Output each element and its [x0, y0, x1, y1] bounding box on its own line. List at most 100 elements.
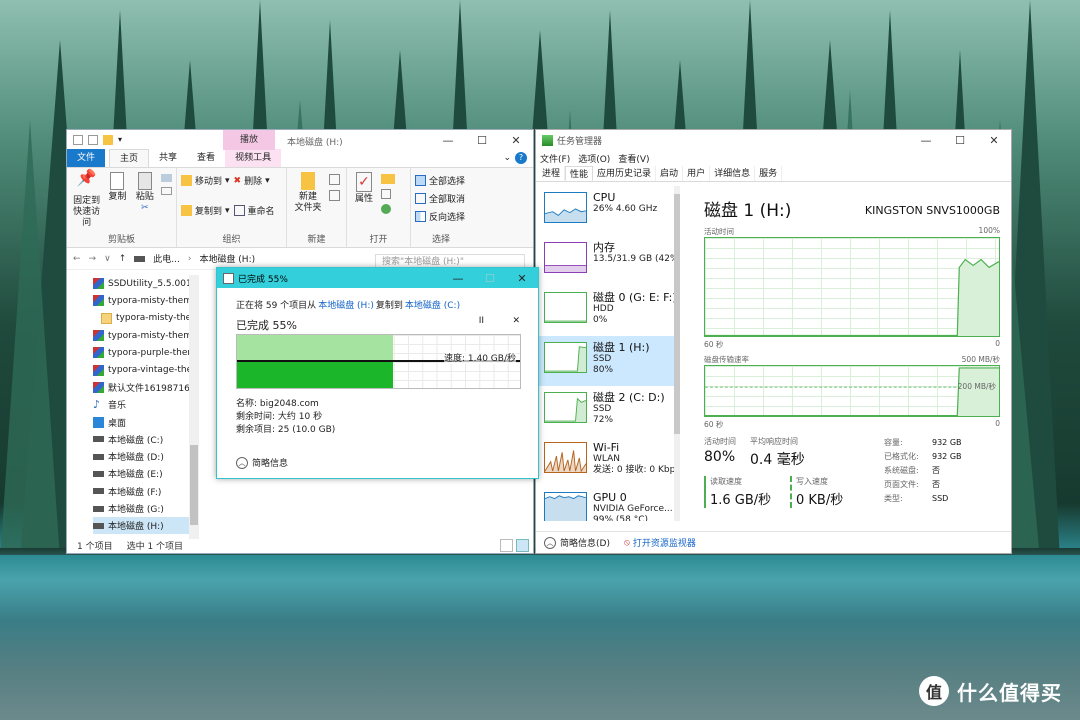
- tab-processes[interactable]: 进程: [538, 166, 566, 181]
- open-icon[interactable]: [381, 174, 395, 184]
- perf-item[interactable]: Wi-Fi WLAN 发送: 0 接收: 0 Kbps: [536, 436, 679, 486]
- tab-details[interactable]: 详细信息: [710, 166, 756, 181]
- pause-button[interactable]: II: [479, 316, 484, 326]
- tab-home[interactable]: 主页: [109, 149, 150, 167]
- tab-startup[interactable]: 启动: [656, 166, 684, 181]
- tab-app-history[interactable]: 应用历史记录: [593, 166, 657, 181]
- scroll-thumb[interactable]: [190, 445, 198, 525]
- select-all-button[interactable]: 全部选择: [415, 174, 465, 187]
- cut-path-icon[interactable]: [161, 174, 172, 182]
- chevron-down-icon[interactable]: ⌄: [499, 149, 515, 167]
- nav-item[interactable]: typora-vintage-then: [93, 361, 199, 378]
- nav-item[interactable]: 默认文件1619871601: [93, 379, 199, 396]
- menu-options[interactable]: 选项(O): [578, 152, 610, 165]
- perf-item[interactable]: CPU 26% 4.60 GHz: [536, 186, 679, 236]
- nav-scrollbar[interactable]: [189, 275, 199, 539]
- nav-item[interactable]: 本地磁盘 (C:): [93, 431, 199, 448]
- perf-item-usage: 99% (58 °C): [593, 515, 648, 521]
- close-button[interactable]: ✕: [506, 268, 538, 288]
- select-none-label: 全部取消: [429, 195, 466, 205]
- nav-item[interactable]: typora-misty-theme: [93, 292, 199, 309]
- select-col: 全部选择 全部取消 反向选择: [415, 172, 465, 233]
- scroll-thumb[interactable]: [674, 194, 680, 434]
- rename-label: 重命名: [247, 207, 275, 217]
- open-resource-monitor-link[interactable]: ⦸ 打开资源监视器: [624, 536, 696, 550]
- tab-share[interactable]: 共享: [149, 149, 187, 167]
- minimize-button[interactable]: —: [431, 130, 465, 150]
- edit-icon[interactable]: [381, 189, 391, 199]
- perf-item[interactable]: 磁盘 1 (H:) SSD 80%: [536, 336, 679, 386]
- nav-item[interactable]: SSDUtility_5.5.0013_: [93, 275, 199, 292]
- pin-quick-access-button[interactable]: 📌 固定到快速访问: [71, 170, 102, 233]
- context-tab-play[interactable]: 播放: [223, 130, 275, 150]
- minimize-button[interactable]: —: [442, 268, 474, 288]
- menu-view[interactable]: 查看(V): [618, 152, 649, 165]
- delete-button[interactable]: ✖ 删除 ▾: [234, 174, 275, 188]
- cancel-copy-button[interactable]: ✕: [512, 316, 520, 326]
- close-button[interactable]: ✕: [499, 130, 533, 150]
- tab-view[interactable]: 查看: [187, 149, 225, 167]
- folder-icon[interactable]: [103, 135, 113, 145]
- perf-item[interactable]: 磁盘 2 (C: D:) SSD 72%: [536, 386, 679, 436]
- nav-item[interactable]: 本地磁盘 (E:): [93, 465, 199, 482]
- up-icon[interactable]: ↑: [119, 254, 127, 264]
- sidebar-scrollbar[interactable]: [674, 186, 680, 521]
- invert-selection-button[interactable]: 反向选择: [415, 210, 465, 223]
- nav-item[interactable]: ♪ 音乐: [93, 396, 199, 413]
- window-icon: [73, 135, 83, 145]
- tiles-view-button[interactable]: [516, 539, 529, 552]
- chevron-down-icon[interactable]: ∨: [104, 254, 111, 264]
- source-link[interactable]: 本地磁盘 (H:): [318, 298, 374, 311]
- select-none-button[interactable]: 全部取消: [415, 192, 465, 205]
- nav-item[interactable]: typora-purple-then: [93, 344, 199, 361]
- nav-item[interactable]: 本地磁盘 (G:): [93, 500, 199, 517]
- copy-path-icon[interactable]: [161, 187, 172, 195]
- new-folder-button[interactable]: 新建 文件夹: [291, 172, 325, 233]
- nav-item[interactable]: 本地磁盘 (D:): [93, 448, 199, 465]
- move-to-button[interactable]: 移动到 ▾: [181, 174, 230, 187]
- nav-item[interactable]: 桌面: [93, 413, 199, 430]
- taskmgr-icon: [542, 134, 553, 146]
- perf-item-text: CPU 26% 4.60 GHz: [593, 192, 657, 236]
- chevron-down-icon[interactable]: ▾: [118, 135, 128, 145]
- cut-icon[interactable]: ✂: [141, 203, 149, 214]
- copy-to-button[interactable]: 复制到 ▾: [181, 204, 230, 217]
- paste-label: 粘贴: [135, 192, 154, 202]
- tab-performance[interactable]: 性能: [565, 166, 594, 181]
- fewer-details-button[interactable]: ︿ 简略信息(D): [544, 536, 610, 549]
- nav-item[interactable]: 本地磁盘 (F:): [93, 483, 199, 500]
- perf-item[interactable]: GPU 0 NVIDIA GeForce... 99% (58 °C): [536, 486, 679, 521]
- nav-item[interactable]: 本地磁盘 (H:): [93, 517, 199, 535]
- minimize-button[interactable]: —: [909, 130, 943, 150]
- back-icon[interactable]: ←: [73, 254, 81, 264]
- details-view-button[interactable]: [500, 539, 513, 552]
- easy-access-icon[interactable]: [329, 190, 340, 201]
- tab-file[interactable]: 文件: [67, 149, 106, 167]
- new-item-icon[interactable]: [329, 174, 340, 185]
- tab-services[interactable]: 服务: [755, 166, 783, 181]
- maximize-button[interactable]: ☐: [943, 130, 977, 150]
- nav-item[interactable]: typora-misty-theme: [93, 327, 199, 344]
- breadcrumb-drive[interactable]: 本地磁盘 (H:): [199, 252, 255, 265]
- breadcrumb-this-pc[interactable]: 此电...: [153, 252, 180, 265]
- help-icon[interactable]: ?: [515, 152, 527, 164]
- perf-item[interactable]: 磁盘 0 (G: E: F:) HDD 0%: [536, 286, 679, 336]
- copy-button[interactable]: 复制: [106, 172, 129, 233]
- tab-video-tools[interactable]: 视频工具: [225, 149, 282, 167]
- fewer-details-toggle[interactable]: ︿ 简略信息: [236, 456, 288, 469]
- forward-icon[interactable]: →: [89, 254, 97, 264]
- rename-button[interactable]: 重命名: [233, 204, 275, 217]
- perf-item[interactable]: 内存 13.5/31.9 GB (42%): [536, 236, 679, 286]
- transfer-rate-line: [705, 367, 999, 416]
- close-button[interactable]: ✕: [977, 130, 1011, 150]
- paste-button[interactable]: 粘贴 ✂: [133, 172, 157, 233]
- maximize-button[interactable]: ☐: [465, 130, 499, 150]
- drive-icon: [93, 505, 104, 512]
- destination-link[interactable]: 本地磁盘 (C:): [405, 298, 460, 311]
- menu-file[interactable]: 文件(F): [540, 152, 570, 165]
- history-icon[interactable]: [381, 204, 391, 214]
- properties-button[interactable]: ✓ 属性: [351, 172, 377, 233]
- properties-icon[interactable]: [88, 135, 98, 145]
- nav-item[interactable]: typora-misty-then: [93, 310, 199, 327]
- tab-users[interactable]: 用户: [683, 166, 711, 181]
